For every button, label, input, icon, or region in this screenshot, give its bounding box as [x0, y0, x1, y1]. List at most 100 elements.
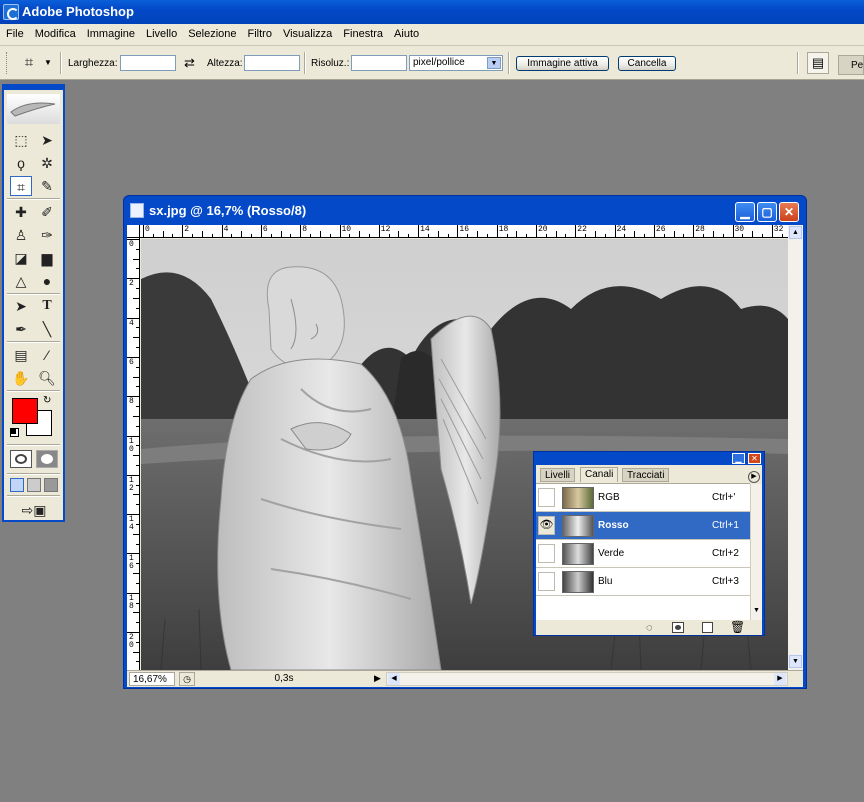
close-button[interactable]: ✕ — [779, 202, 799, 222]
swap-colors-icon[interactable]: ↻ — [43, 395, 51, 406]
move-tool-icon[interactable]: ➤ — [36, 130, 58, 150]
scroll-down-button[interactable]: ▼ — [789, 655, 802, 668]
crop-tool-icon[interactable]: ⌗ — [10, 176, 32, 196]
menu-aiuto[interactable]: Aiuto — [388, 24, 424, 40]
width-input[interactable] — [120, 55, 176, 71]
visibility-toggle[interactable] — [538, 488, 555, 507]
eye-icon[interactable]: 👁︎ — [538, 516, 555, 535]
vertical-scrollbar[interactable]: ▲ ▼ — [788, 225, 803, 670]
healing-brush-tool-icon[interactable]: ✚ — [10, 202, 32, 222]
save-selection-channel-icon[interactable] — [672, 622, 684, 633]
new-channel-icon[interactable] — [702, 622, 713, 633]
tab-canali[interactable]: Canali — [580, 467, 619, 482]
tab-livelli[interactable]: Livelli — [540, 468, 576, 482]
full-screen-mode-icon[interactable] — [44, 478, 58, 492]
eraser-tool-icon[interactable]: ◪ — [10, 248, 32, 268]
channel-row-rosso[interactable]: 👁︎ Rosso Ctrl+1 — [536, 512, 750, 540]
palette-scrollbar[interactable]: ▼ — [750, 484, 762, 620]
tab-tracciati[interactable]: Tracciati — [622, 468, 670, 482]
menu-modifica[interactable]: Modifica — [29, 24, 81, 40]
ruler-origin[interactable] — [127, 225, 140, 238]
trash-icon[interactable]: 🗑︎ — [730, 620, 745, 634]
options-grip[interactable] — [6, 52, 9, 74]
dodge-tool-icon[interactable]: ● — [36, 271, 58, 291]
horizontal-ruler[interactable]: 0 2 4 6 8 10 12 14 16 18 20 22 24 26 28 30 32 — [140, 225, 788, 238]
channel-row-rgb[interactable]: RGB Ctrl+' — [536, 484, 750, 512]
ruler-minor-tick — [231, 234, 233, 237]
crop-tool-preset-icon[interactable]: ⌗ — [18, 53, 40, 73]
feather-logo-icon[interactable] — [7, 94, 60, 124]
visibility-toggle[interactable] — [538, 572, 555, 591]
vertical-ruler[interactable]: 02468101214161820 — [127, 238, 140, 670]
status-menu-arrow-icon[interactable]: ▶ — [371, 672, 384, 686]
swap-dimensions-icon[interactable]: ⇄ — [184, 55, 195, 71]
clear-button[interactable]: Cancella — [618, 56, 676, 71]
foreground-color-swatch[interactable] — [12, 398, 38, 424]
jump-to-imageready-icon[interactable]: ⇨▣ — [10, 500, 58, 520]
menu-visualizza[interactable]: Visualizza — [277, 24, 337, 40]
scroll-up-button[interactable]: ▲ — [789, 226, 802, 239]
menu-immagine[interactable]: Immagine — [81, 24, 140, 40]
standard-mode-icon[interactable] — [10, 450, 32, 468]
resolution-input[interactable] — [351, 55, 407, 71]
ruler-minor-tick — [136, 288, 139, 290]
scroll-left-button[interactable]: ◀ — [388, 673, 400, 685]
marquee-tool-icon[interactable]: ⬚ — [10, 130, 32, 150]
scroll-down-button[interactable]: ▼ — [751, 607, 762, 618]
hand-tool-icon[interactable]: ✋ — [10, 368, 32, 388]
brush-tool-icon[interactable]: ✐ — [36, 202, 58, 222]
channel-row-blu[interactable]: Blu Ctrl+3 — [536, 568, 750, 596]
zoom-tool-icon[interactable]: 🔍︎ — [36, 368, 58, 388]
menu-selezione[interactable]: Selezione — [182, 24, 241, 40]
ruler-minor-tick — [467, 234, 469, 237]
lasso-tool-icon[interactable]: ϙ — [10, 153, 32, 173]
line-tool-icon[interactable]: ╲ — [36, 319, 58, 339]
menu-finestra[interactable]: Finestra — [337, 24, 388, 40]
minimize-button[interactable]: ▁ — [735, 202, 755, 222]
load-channel-selection-icon[interactable]: ◌ — [646, 622, 653, 634]
front-image-button[interactable]: Immagine attiva — [516, 56, 609, 71]
visibility-toggle[interactable] — [538, 544, 555, 563]
quick-mask-mode-icon[interactable] — [36, 450, 58, 468]
ruler-minor-tick — [594, 231, 596, 237]
maximize-button[interactable]: ▢ — [757, 202, 777, 222]
height-input[interactable] — [244, 55, 300, 71]
default-colors-icon[interactable] — [10, 428, 19, 437]
app-title-bar[interactable]: Adobe Photoshop — [0, 0, 864, 24]
magic-wand-tool-icon[interactable]: ✲ — [36, 153, 58, 173]
file-browser-icon[interactable]: ▤ — [807, 52, 829, 74]
channel-row-verde[interactable]: Verde Ctrl+2 — [536, 540, 750, 568]
channels-palette[interactable]: ▁ ✕ Livelli Canali Tracciati ▶ RGB Ctrl+… — [533, 451, 765, 636]
blur-tool-icon[interactable]: △ — [10, 271, 32, 291]
zoom-level-field[interactable]: 16,67% — [129, 672, 175, 686]
chevron-down-icon[interactable]: ▼ — [487, 57, 501, 69]
ruler-label: 8 — [129, 601, 134, 611]
gradient-tool-icon[interactable]: ▆ — [36, 248, 58, 268]
horizontal-scrollbar[interactable]: ◀ ▶ — [386, 672, 788, 686]
palette-menu-icon[interactable]: ▶ — [748, 471, 760, 483]
status-preview-icon[interactable]: ◷ — [179, 672, 195, 686]
type-tool-icon[interactable]: T — [36, 296, 58, 316]
ruler-minor-tick — [133, 455, 139, 457]
history-brush-tool-icon[interactable]: ✑ — [36, 225, 58, 245]
clone-stamp-tool-icon[interactable]: ♙ — [10, 225, 32, 245]
palette-minimize-button[interactable]: ▁ — [732, 453, 745, 464]
channel-thumbnail — [562, 515, 594, 537]
pen-tool-icon[interactable]: ✒ — [10, 319, 32, 339]
eyedropper-tool-icon[interactable]: ⁄ — [36, 345, 58, 365]
menu-filtro[interactable]: Filtro — [242, 24, 277, 40]
menu-livello[interactable]: Livello — [140, 24, 182, 40]
menu-file[interactable]: File — [0, 24, 29, 40]
notes-tool-icon[interactable]: ▤ — [10, 345, 32, 365]
ruler-minor-tick — [319, 231, 321, 237]
ruler-minor-tick — [280, 231, 282, 237]
path-selection-tool-icon[interactable]: ➤ — [10, 296, 32, 316]
scroll-right-button[interactable]: ▶ — [774, 673, 786, 685]
resolution-unit-select[interactable]: pixel/pollice ▼ — [409, 55, 503, 71]
slice-tool-icon[interactable]: ✎ — [36, 176, 58, 196]
standard-screen-mode-icon[interactable] — [10, 478, 24, 492]
chevron-down-icon[interactable]: ▼ — [44, 58, 52, 67]
palette-well-tab[interactable]: Pe — [838, 55, 864, 75]
full-screen-menu-mode-icon[interactable] — [27, 478, 41, 492]
palette-close-button[interactable]: ✕ — [748, 453, 761, 464]
